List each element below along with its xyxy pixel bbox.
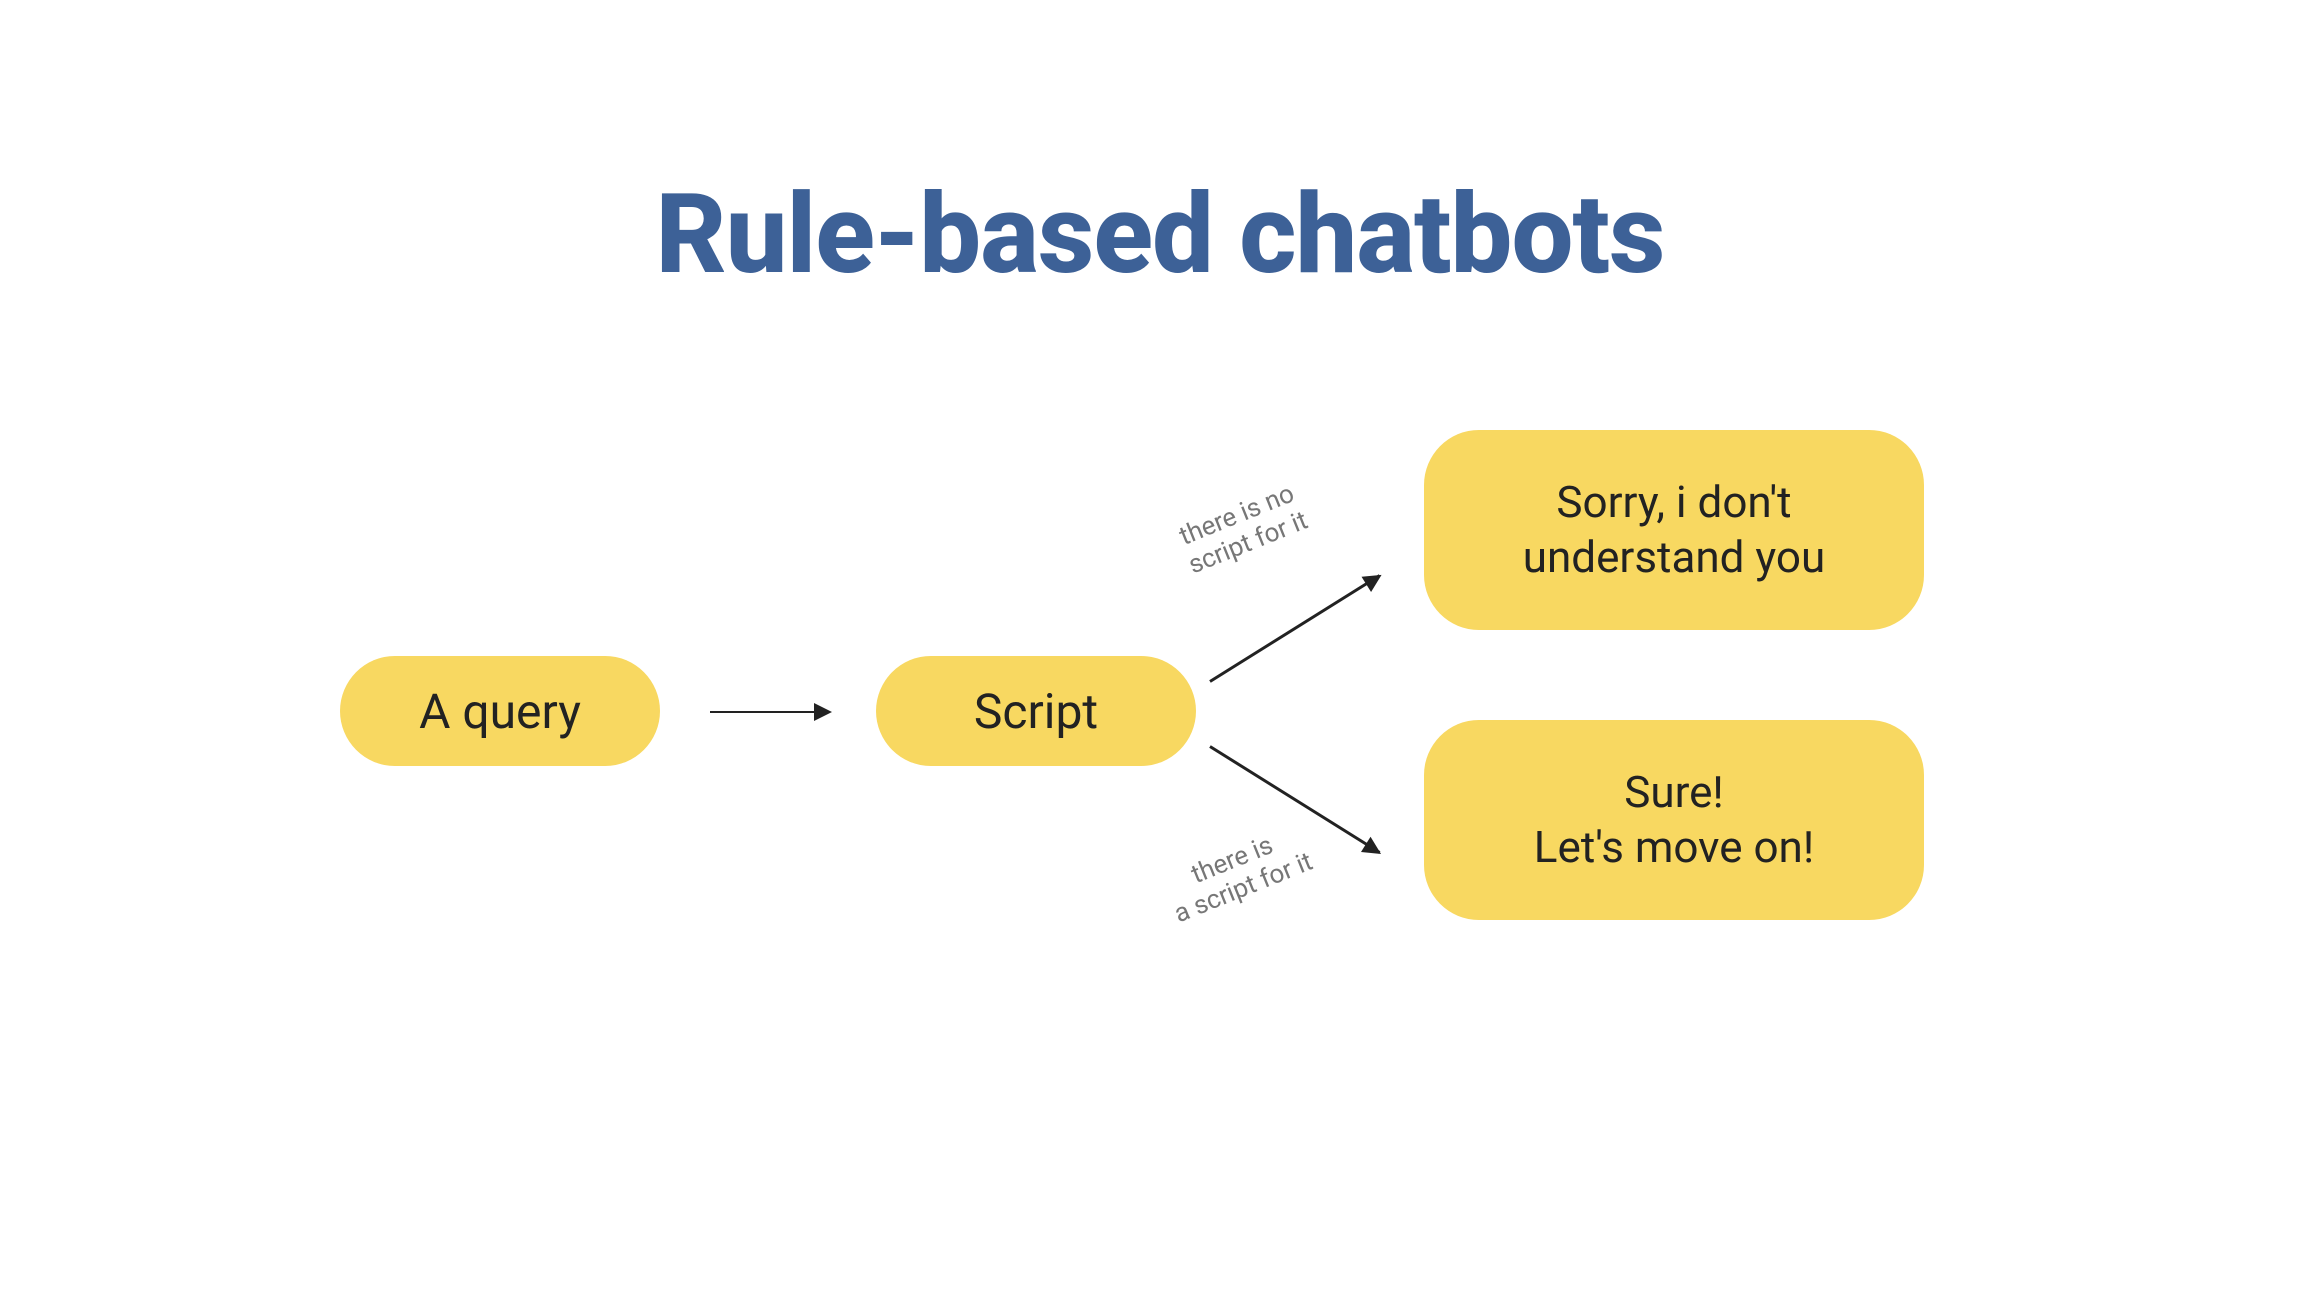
node-query-label: A query — [419, 683, 581, 740]
node-script: Script — [876, 656, 1196, 766]
node-query: A query — [340, 656, 660, 766]
node-sorry: Sorry, i don't understand you — [1424, 430, 1924, 630]
diagram-title: Rule-based chatbots — [0, 170, 2320, 299]
node-sure: Sure! Let's move on! — [1424, 720, 1924, 920]
edge-label-has-script: there is a script for it — [1159, 820, 1317, 930]
arrow-script-to-sorry — [1209, 574, 1380, 683]
node-script-label: Script — [974, 683, 1098, 740]
node-sorry-label: Sorry, i don't understand you — [1523, 475, 1826, 585]
arrow-query-to-script — [710, 711, 830, 713]
node-sure-label: Sure! Let's move on! — [1534, 765, 1814, 875]
edge-label-no-script: there is no script for it — [1173, 479, 1312, 582]
